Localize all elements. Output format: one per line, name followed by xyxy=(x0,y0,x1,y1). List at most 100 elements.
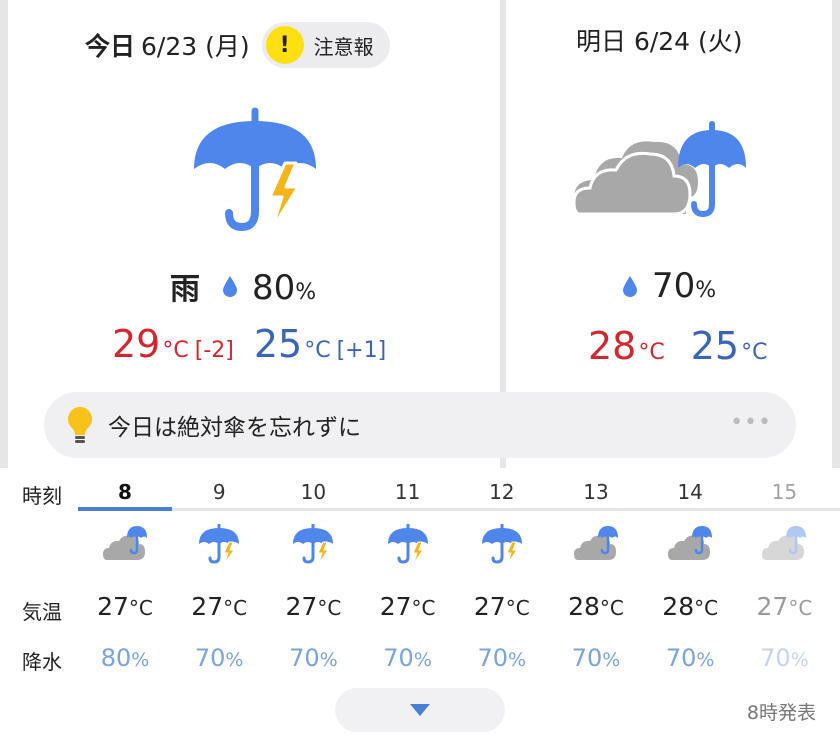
today-low-diff: [+1] xyxy=(336,338,387,363)
hour-pop: 80% xyxy=(78,644,172,672)
hour-temp-unit: °C xyxy=(223,596,248,620)
tomorrow-temps: 28 °C 25 °C xyxy=(588,324,767,368)
today-label: 今日 xyxy=(85,32,136,61)
hour-pop-value: 70 xyxy=(289,644,320,672)
hour-column[interactable]: 9 27°C 70% xyxy=(172,468,266,672)
hour-column[interactable]: 14 28°C 70% xyxy=(643,468,737,672)
today-header: 今日 6/23 (月) ! 注意報 xyxy=(85,22,390,68)
hour-temp-unit: °C xyxy=(505,596,530,620)
hour-label: 8 xyxy=(118,480,132,504)
hour-temp-unit: °C xyxy=(694,596,719,620)
tomorrow-high: 28 xyxy=(588,324,637,368)
hour-column[interactable]: 10 27°C 70% xyxy=(266,468,360,672)
precip-row-label: 降水 xyxy=(22,650,62,674)
today-high: 29 xyxy=(112,322,161,366)
weather-text: 雨 xyxy=(170,272,200,307)
tomorrow-pop-unit: % xyxy=(695,278,717,303)
alert-label: 注意報 xyxy=(313,34,374,59)
more-icon[interactable]: ••• xyxy=(730,410,772,435)
hour-pop: 70% xyxy=(361,644,455,672)
expand-button[interactable] xyxy=(335,688,505,732)
raindrop-icon xyxy=(223,276,237,297)
hour-column[interactable]: 13 28°C 70% xyxy=(549,468,643,672)
hour-temp: 27°C xyxy=(361,592,455,621)
hour-label: 9 xyxy=(212,480,226,504)
tip-bar[interactable]: 今日は絶対傘を忘れずに ••• xyxy=(44,392,796,458)
hour-column[interactable]: 15 27°C 70% xyxy=(737,468,831,672)
raindrop-icon xyxy=(623,276,637,297)
lightbulb-icon xyxy=(67,406,93,443)
tomorrow-pop: 70 xyxy=(652,266,696,306)
today-high-unit: °C xyxy=(162,338,189,363)
hour-temp-unit: °C xyxy=(317,596,342,620)
hour-pop-unit: % xyxy=(319,649,338,671)
hour-pop-value: 70 xyxy=(383,644,414,672)
hour-label: 15 xyxy=(771,480,798,504)
cloud-umbrella-icon xyxy=(668,524,713,568)
hour-tab-rule xyxy=(78,508,840,511)
hourly-forecast: 時刻 気温 降水 8 27°C 80% 9 27°C 70% 10 27°C 70% 11 27°C… xyxy=(0,468,840,674)
hour-temp: 27°C xyxy=(172,592,266,621)
hour-temp-value: 28 xyxy=(662,592,695,621)
hour-pop-value: 70 xyxy=(760,644,791,672)
hour-temp: 28°C xyxy=(549,592,643,621)
hour-label: 12 xyxy=(489,480,515,504)
hour-temp-value: 27 xyxy=(97,592,129,621)
current-hour-indicator xyxy=(78,507,172,511)
hour-temp-unit: °C xyxy=(599,596,624,620)
today-pop-unit: % xyxy=(295,280,317,305)
hour-temp-value: 28 xyxy=(568,592,600,621)
umbrella-lightning-icon xyxy=(194,107,316,232)
exclamation-icon: ! xyxy=(265,26,304,64)
temp-row-label: 気温 xyxy=(22,600,62,624)
umbrella-lightning-icon xyxy=(291,523,335,568)
today-low: 25 xyxy=(253,322,303,366)
hour-pop-value: 70 xyxy=(477,644,509,672)
hour-column[interactable]: 8 27°C 80% xyxy=(78,468,172,672)
hour-pop-unit: % xyxy=(696,649,715,671)
hour-pop-unit: % xyxy=(225,649,244,671)
hour-pop: 70% xyxy=(643,644,737,672)
hour-temp: 28°C xyxy=(643,592,737,621)
hour-pop-unit: % xyxy=(790,649,809,671)
hour-temp-unit: °C xyxy=(411,596,436,620)
hour-temp-value: 27 xyxy=(379,592,412,621)
hour-pop-value: 70 xyxy=(194,644,226,672)
caret-down-icon xyxy=(410,704,430,716)
tip-text: 今日は絶対傘を忘れずに xyxy=(108,415,361,441)
hour-temp: 27°C xyxy=(266,592,360,621)
tomorrow-summary: 70 % xyxy=(622,266,716,306)
today-low-unit: °C xyxy=(304,338,331,363)
hour-pop-unit: % xyxy=(602,649,621,671)
hour-pop-unit: % xyxy=(508,649,527,671)
hour-temp: 27°C xyxy=(737,592,831,621)
hour-temp-value: 27 xyxy=(473,592,506,621)
today-high-diff: [-2] xyxy=(194,338,234,363)
hour-pop: 70% xyxy=(172,644,266,672)
hour-temp: 27°C xyxy=(78,592,172,621)
hour-label: 11 xyxy=(394,480,421,504)
today-summary: 雨 80 % xyxy=(170,264,316,308)
tomorrow-low-unit: °C xyxy=(741,340,768,365)
tomorrow-low: 25 xyxy=(690,324,740,368)
hour-label: 10 xyxy=(300,480,327,504)
umbrella-lightning-icon xyxy=(480,523,524,568)
time-row-label: 時刻 xyxy=(22,484,62,508)
hour-temp-value: 27 xyxy=(191,592,224,621)
hour-pop: 70% xyxy=(455,644,549,672)
hour-temp-value: 27 xyxy=(285,592,318,621)
hour-pop-value: 70 xyxy=(665,644,697,672)
hour-temp-unit: °C xyxy=(128,596,153,620)
hour-temp: 27°C xyxy=(455,592,549,621)
cloud-umbrella-icon xyxy=(103,524,147,568)
alert-badge[interactable]: ! 注意報 xyxy=(261,22,390,68)
today-temps: 29 °C [-2] 25 °C [+1] xyxy=(112,322,386,366)
hour-label: 13 xyxy=(583,480,609,504)
hour-column[interactable]: 12 27°C 70% xyxy=(455,468,549,672)
hour-pop: 70% xyxy=(737,644,831,672)
tomorrow-date: 明日 6/24 (火) xyxy=(576,27,743,56)
today-date: 6/23 (月) xyxy=(141,32,250,61)
cloud-umbrella-icon xyxy=(762,524,807,568)
hour-temp-value: 27 xyxy=(756,592,789,621)
hour-column[interactable]: 11 27°C 70% xyxy=(361,468,455,672)
